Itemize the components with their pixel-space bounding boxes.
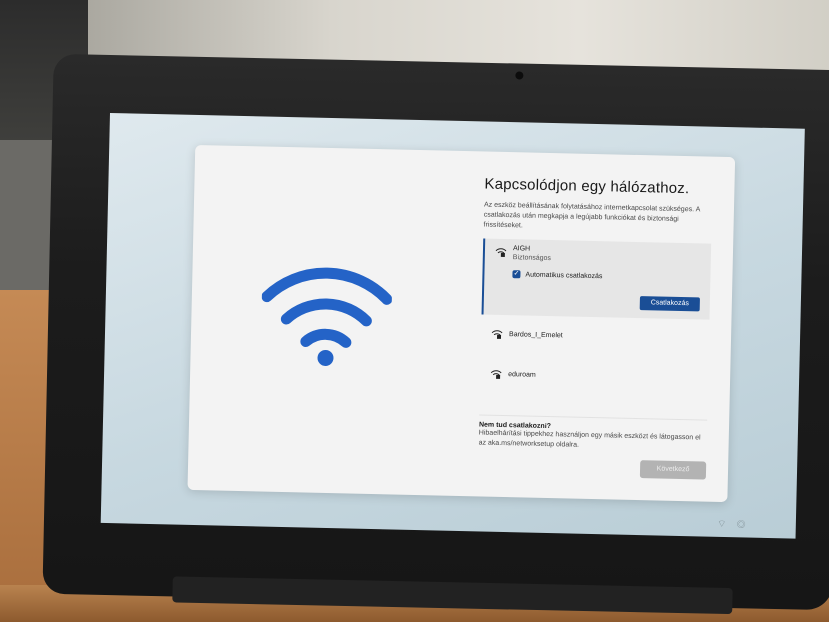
system-tray: ⌔◎: [717, 518, 756, 532]
help-text: Hibaelhárítási tippekhez használjon egy …: [478, 429, 701, 449]
network-item-bardos[interactable]: Bardos_I_Emelet: [480, 320, 709, 365]
network-item-eduroam[interactable]: eduroam: [480, 360, 709, 405]
network-name: AIGH: [512, 245, 531, 253]
network-security: Biztonságos: [512, 254, 552, 263]
connect-button[interactable]: Csatlakozás: [639, 296, 700, 312]
network-name: eduroam: [508, 371, 536, 379]
laptop-screen: Kapcsolódjon egy hálózathoz. Az eszköz b…: [100, 113, 805, 539]
wifi-icon[interactable]: ⌔: [717, 519, 737, 530]
webcam: [515, 71, 524, 80]
wifi-lock-icon: [490, 368, 502, 380]
auto-connect-checkbox[interactable]: ✓: [512, 270, 521, 279]
wifi-lock-icon: [495, 246, 507, 258]
network-list: AIGH Biztonságos ✓ Automatikus csatlakoz…: [480, 238, 712, 406]
network-item-aigh[interactable]: AIGH Biztonságos ✓ Automatikus csatlakoz…: [481, 238, 712, 320]
wifi-lock-icon: [491, 328, 503, 340]
accessibility-icon[interactable]: ◎: [736, 519, 756, 530]
auto-connect-row[interactable]: ✓ Automatikus csatlakozás: [512, 270, 603, 280]
auto-connect-label: Automatikus csatlakozás: [525, 270, 603, 280]
next-button[interactable]: Következő: [639, 460, 707, 480]
network-setup-dialog: Kapcsolódjon egy hálózathoz. Az eszköz b…: [187, 144, 736, 503]
wifi-illustration-icon: [261, 267, 393, 366]
dialog-content: Kapcsolódjon egy hálózathoz. Az eszköz b…: [478, 176, 712, 454]
dialog-description: Az eszköz beállításának folytatásához in…: [483, 201, 701, 230]
network-name: Bardos_I_Emelet: [508, 331, 563, 340]
dialog-title: Kapcsolódjon egy hálózathoz.: [484, 175, 690, 198]
